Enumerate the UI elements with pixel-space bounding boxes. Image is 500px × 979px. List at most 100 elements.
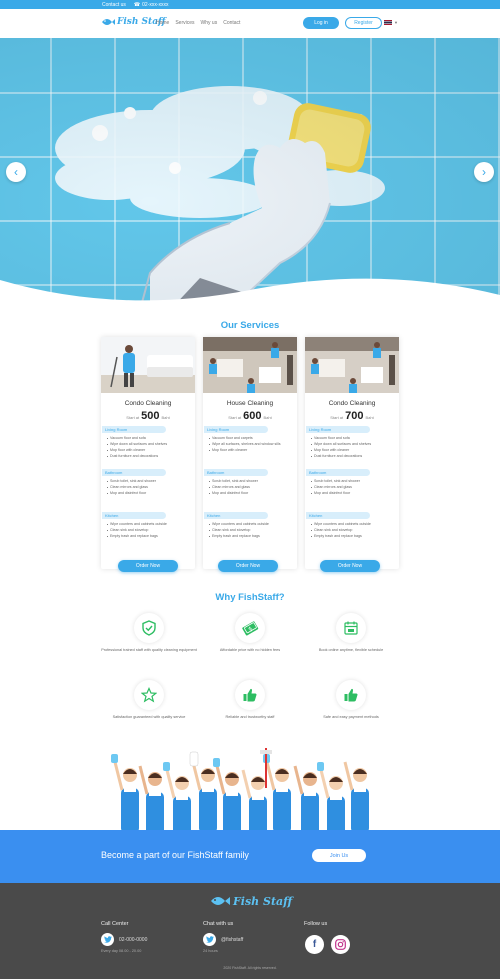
phone-icon: ☎: [133, 1, 141, 8]
copyright: 2020 FishStaff. All rights reserved.: [223, 966, 277, 970]
phone-number: 02-xxx-xxxx: [142, 1, 169, 8]
login-button[interactable]: Log in: [303, 17, 339, 29]
call-center-title: Call Center: [101, 921, 129, 927]
price-unit: Baht: [161, 415, 170, 420]
language-selector[interactable]: ▼: [384, 20, 398, 25]
feature-item: Reliable and trustworthy staff: [200, 680, 300, 720]
service-item-list: Vacuum floor and carpets Wipe all surface…: [209, 435, 294, 453]
footer-brand: Fish Staff: [233, 894, 293, 908]
follow-title: Follow us: [304, 921, 328, 927]
calendar-icon: [336, 613, 366, 643]
register-button[interactable]: Register: [345, 17, 382, 29]
footer-logo[interactable]: Fish Staff: [210, 893, 292, 909]
service-item-list: Scrub toilet, sink and shower Clean mirro…: [311, 478, 396, 496]
feature-text: Book online anytime, flexible schedule: [318, 648, 384, 652]
feature-item: Satisfaction guaranteed with quality ser…: [99, 680, 199, 720]
contact-link[interactable]: Contact us: [102, 2, 126, 8]
service-item: Empty trash and replace bags: [209, 533, 294, 539]
order-now-button[interactable]: Order Now: [320, 560, 380, 572]
service-item-list: Scrub toilet, sink and shower Clean mirro…: [107, 478, 192, 496]
feature-text: Satisfaction guaranteed with quality ser…: [112, 715, 186, 719]
feature-item: Professional trained staff with quality …: [99, 613, 199, 653]
feature-item: Book online anytime, flexible schedule: [301, 613, 401, 653]
main-nav: Home Services Why us Contact: [156, 20, 240, 26]
thai-flag-icon: [384, 20, 392, 25]
feature-text: Reliable and trustworthy staff: [225, 715, 275, 719]
service-category: Living Room: [102, 426, 166, 433]
chat-title: Chat with us: [203, 921, 234, 927]
site-footer: Fish Staff Call Center 02-000-0000 Every…: [0, 883, 500, 979]
thumbs-up-icon: [336, 680, 366, 710]
feature-text: Professional trained staff with quality …: [101, 648, 197, 652]
order-now-button[interactable]: Order Now: [118, 560, 178, 572]
feature-text: Safe and easy payment methods: [323, 715, 379, 719]
price-prefix: Start at: [228, 415, 242, 420]
service-item-list: Wipe counters and cabinets outside Clean …: [107, 521, 192, 539]
service-card: House Cleaning Start at 600 Baht Living …: [203, 337, 297, 569]
order-now-button[interactable]: Order Now: [218, 560, 278, 572]
service-item-list: Wipe counters and cabinets outside Clean …: [311, 521, 396, 539]
service-title: House Cleaning: [226, 400, 274, 407]
why-title: Why FishStaff?: [215, 592, 285, 603]
nav-item-home[interactable]: Home: [156, 20, 169, 26]
chat-hours: 24 hours: [203, 949, 218, 953]
service-item: Dust furniture and decorations: [107, 453, 192, 459]
thumbs-up-icon: [235, 680, 265, 710]
service-category: Bathroom: [306, 469, 370, 476]
feature-text: Affordable price with no hidden fees: [219, 648, 281, 652]
hero-carousel: ‹ ›: [0, 38, 500, 310]
cleaning-team-image: [110, 748, 380, 830]
carousel-next-button[interactable]: ›: [474, 162, 494, 182]
call-hours: Every day 08.00 - 20.00: [101, 949, 142, 953]
service-card: Condo Cleaning Start at 700 Baht Living …: [305, 337, 399, 569]
service-image: [101, 337, 195, 393]
service-price: Start at 700 Baht: [305, 410, 399, 422]
phone-number: 02-000-0000: [119, 936, 148, 943]
nav-item-contact[interactable]: Contact: [223, 20, 240, 26]
chevron-right-icon: ›: [482, 165, 486, 179]
service-category: Kitchen: [306, 512, 370, 519]
call-center-phone[interactable]: 02-000-0000: [101, 933, 147, 946]
chevron-down-icon: ▼: [394, 20, 398, 25]
phone-info[interactable]: ☎ 02-xxx-xxxx: [134, 2, 169, 8]
service-category: Bathroom: [102, 469, 166, 476]
service-item-list: Wipe counters and cabinets outside Clean …: [209, 521, 294, 539]
service-price: Start at 500 Baht: [101, 410, 195, 422]
top-bar: Contact us ☎ 02-xxx-xxxx: [0, 0, 500, 9]
price-prefix: Start at: [330, 415, 344, 420]
price-unit: Baht: [365, 415, 374, 420]
nav-item-why-us[interactable]: Why us: [201, 20, 218, 26]
service-category: Kitchen: [102, 512, 166, 519]
money-icon: $: [235, 613, 265, 643]
service-item: Mop and disinfect floor: [107, 490, 192, 496]
service-item: Mop floor with cleaner: [209, 447, 294, 453]
join-text: Become a part of our FishStaff family: [101, 850, 249, 860]
nav-item-services[interactable]: Services: [175, 20, 194, 26]
twitter-icon: [203, 933, 216, 946]
service-image: [305, 337, 399, 393]
chat-line-id[interactable]: @fishstaff: [203, 933, 243, 946]
service-title: Condo Cleaning: [328, 400, 376, 407]
instagram-button[interactable]: [331, 935, 350, 954]
join-us-button[interactable]: Join Us: [312, 849, 366, 862]
service-category: Living Room: [204, 426, 268, 433]
service-category: Living Room: [306, 426, 370, 433]
facebook-button[interactable]: f: [305, 935, 324, 954]
shield-check-icon: [134, 613, 164, 643]
price-value: 600: [243, 410, 262, 422]
service-item: Empty trash and replace bags: [107, 533, 192, 539]
service-category: Kitchen: [204, 512, 268, 519]
feature-item: Safe and easy payment methods: [301, 680, 401, 720]
carousel-prev-button[interactable]: ‹: [6, 162, 26, 182]
service-image: [203, 337, 297, 393]
twitter-icon: [101, 933, 114, 946]
fish-logo-icon: [102, 19, 115, 25]
service-item: Dust furniture and decorations: [311, 453, 396, 459]
service-price: Start at 600 Baht: [203, 410, 297, 422]
service-item: Empty trash and replace bags: [311, 533, 396, 539]
services-title: Our Services: [220, 320, 280, 331]
service-item-list: Vacuum floor and sofa Wipe down all surfa…: [311, 435, 396, 459]
instagram-icon: [335, 939, 346, 950]
price-value: 500: [141, 410, 160, 422]
star-icon: [134, 680, 164, 710]
